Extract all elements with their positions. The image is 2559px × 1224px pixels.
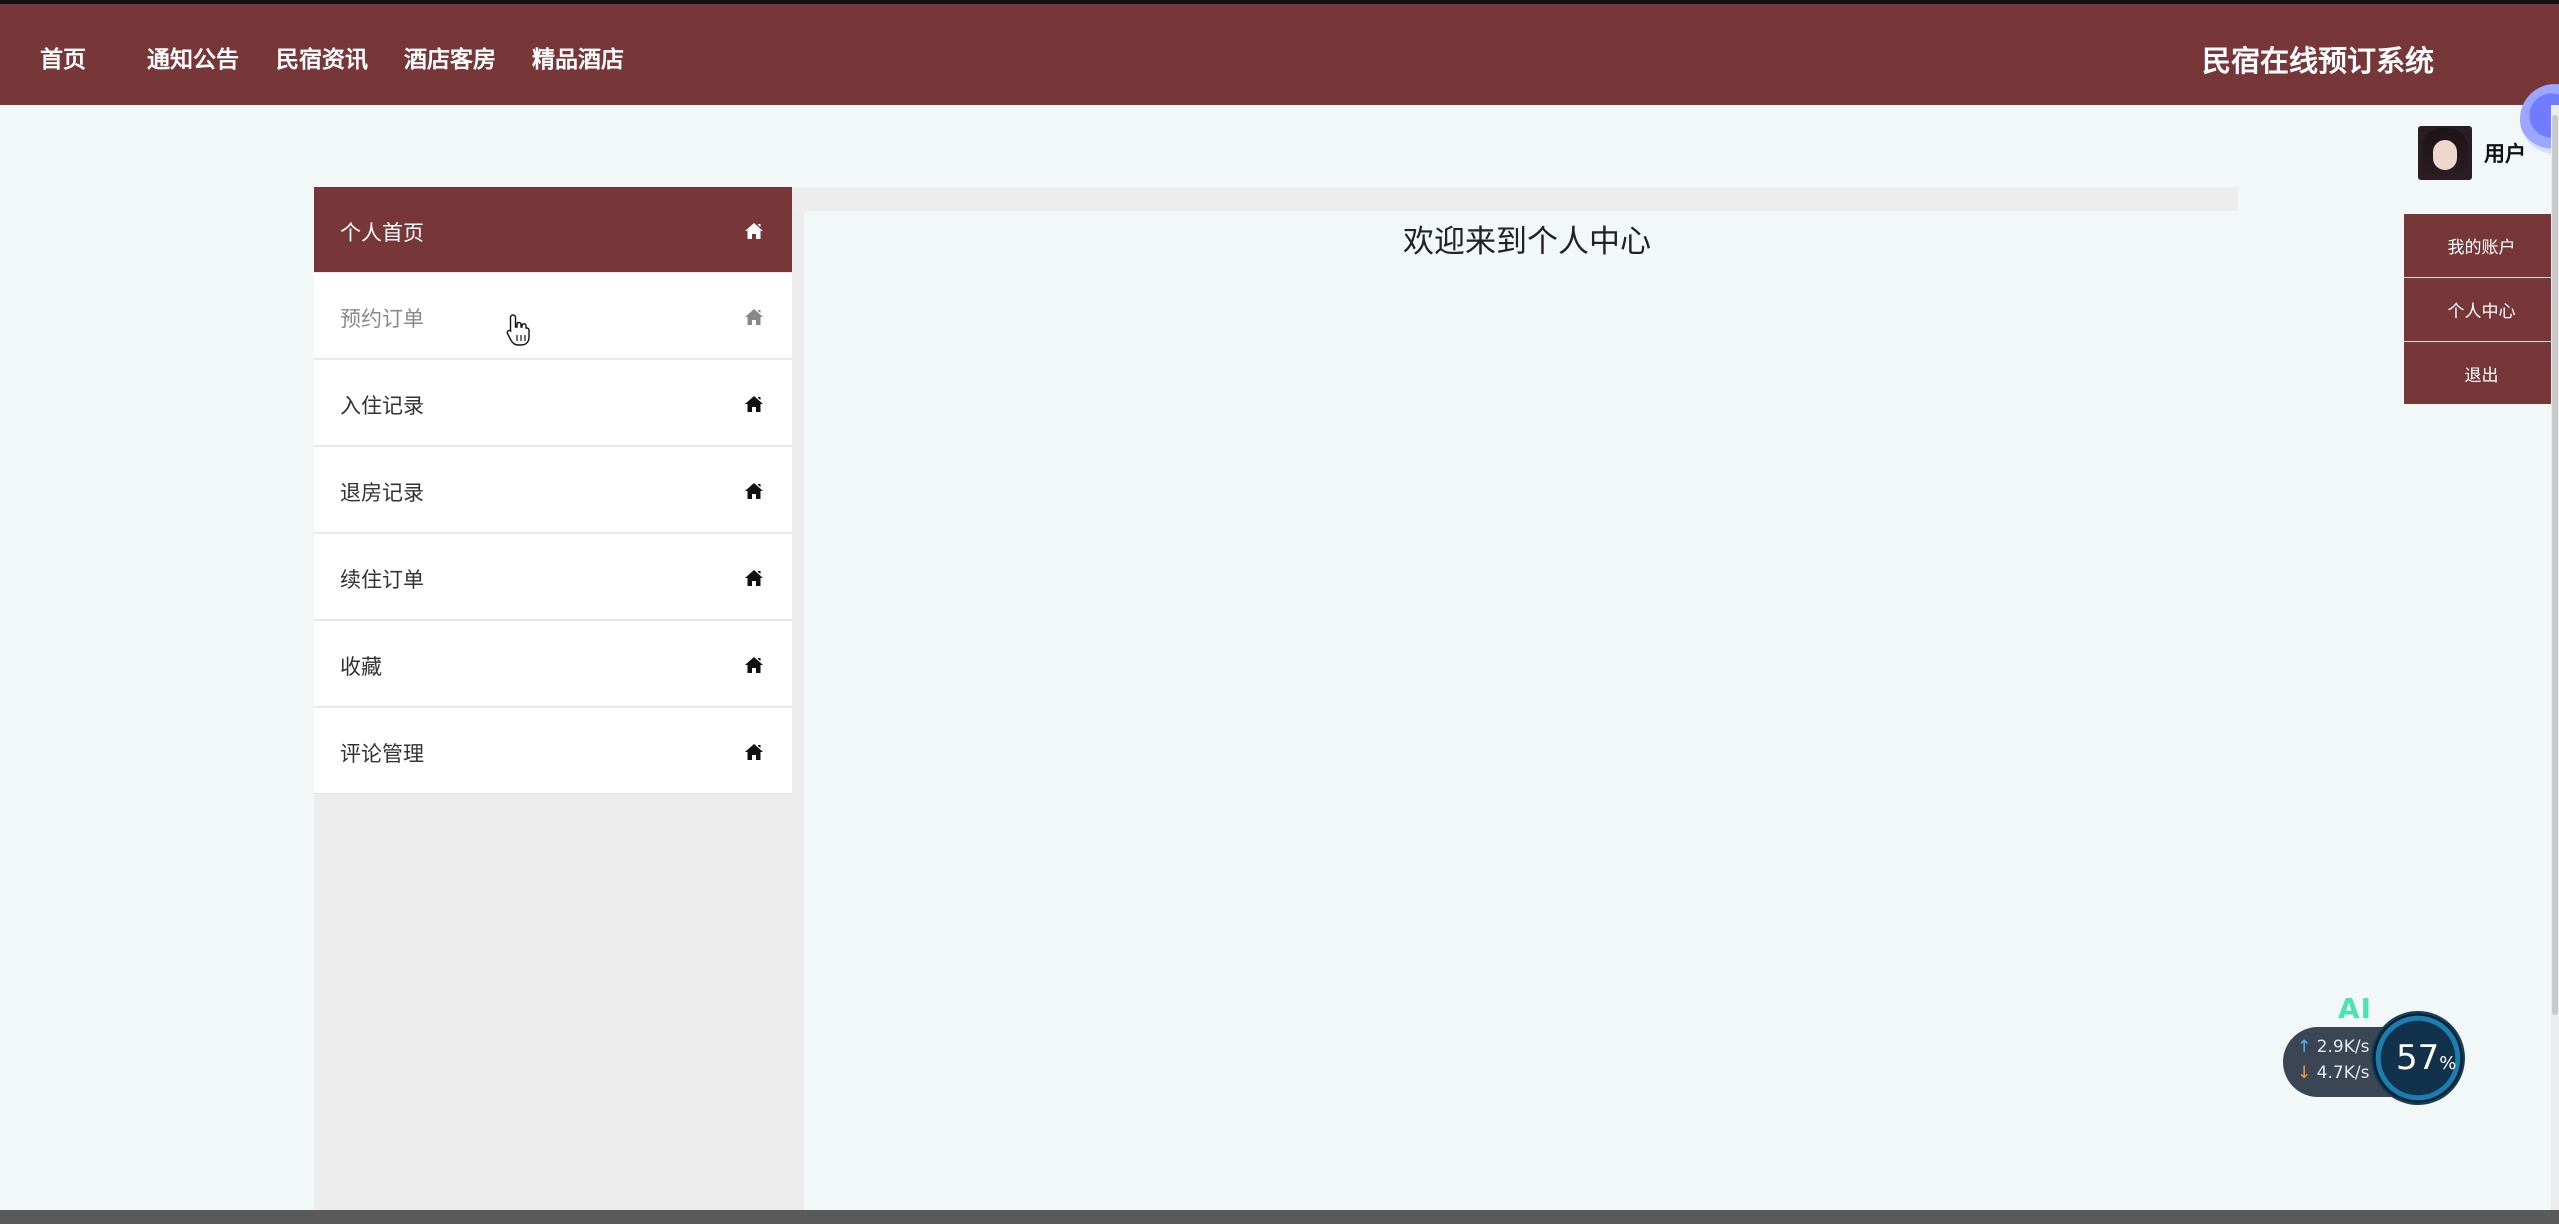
- nav-boutique-hotels[interactable]: 精品酒店: [532, 40, 624, 74]
- menu-my-account[interactable]: 我的账户: [2404, 214, 2559, 278]
- sidebar-item-label: 个人首页: [340, 221, 424, 245]
- nav-notices[interactable]: 通知公告: [147, 40, 239, 74]
- user-dropdown-menu: 我的账户 个人中心 退出: [2404, 214, 2559, 404]
- menu-personal-center[interactable]: 个人中心: [2404, 278, 2559, 342]
- scrollbar-thumb[interactable]: [2552, 115, 2558, 1015]
- home-icon: [745, 483, 763, 499]
- sidebar-item-extension-orders[interactable]: 续住订单: [314, 534, 792, 620]
- sidebar-item-label: 预约订单: [340, 307, 424, 331]
- hand-cursor-icon: [506, 314, 530, 346]
- home-icon: [745, 396, 763, 412]
- home-icon: [745, 744, 763, 760]
- home-icon: [745, 309, 763, 325]
- main-content: [804, 211, 2238, 1210]
- nav-homestay-news[interactable]: 民宿资讯: [276, 40, 368, 74]
- home-icon: [745, 657, 763, 673]
- welcome-title: 欢迎来到个人中心: [1403, 224, 1651, 260]
- sidebar-item-label: 评论管理: [340, 742, 424, 766]
- sidebar-item-favorites[interactable]: 收藏: [314, 621, 792, 707]
- home-icon: [745, 570, 763, 586]
- nav-home[interactable]: 首页: [40, 40, 86, 74]
- sidebar: 个人首页 预约订单 入住记录 退房记录 续住订单 收藏 评论管理: [314, 187, 792, 1210]
- sidebar-item-checkin-records[interactable]: 入住记录: [314, 360, 792, 446]
- download-arrow-icon: ↓: [2297, 1063, 2312, 1083]
- net-widget-ai-label: AI: [2338, 992, 2373, 1025]
- nav-hotel-rooms[interactable]: 酒店客房: [404, 40, 496, 74]
- sidebar-item-checkout-records[interactable]: 退房记录: [314, 447, 792, 533]
- cpu-usage-percent: 57%: [2396, 1038, 2457, 1078]
- page-scrollbar[interactable]: [2551, 105, 2559, 1219]
- top-navbar: 首页 通知公告 民宿资讯 酒店客房 精品酒店 民宿在线预订系统: [0, 4, 2559, 105]
- sidebar-item-label: 退房记录: [340, 481, 424, 505]
- content-top-strip: [792, 187, 2238, 211]
- user-name[interactable]: 用户: [2484, 138, 2526, 168]
- home-icon: [745, 223, 763, 239]
- download-speed: ↓ 4.7K/s: [2297, 1063, 2370, 1083]
- upload-arrow-icon: ↑: [2297, 1037, 2312, 1057]
- site-title: 民宿在线预订系统: [2202, 44, 2435, 78]
- sidebar-item-label: 收藏: [340, 655, 382, 679]
- upload-speed: ↑ 2.9K/s: [2297, 1037, 2370, 1057]
- sidebar-item-home[interactable]: 个人首页: [314, 187, 792, 273]
- sidebar-item-bookings[interactable]: 预约订单: [314, 273, 792, 359]
- avatar[interactable]: [2418, 126, 2472, 180]
- sidebar-item-label: 续住订单: [340, 568, 424, 592]
- sidebar-item-comments[interactable]: 评论管理: [314, 708, 792, 794]
- menu-logout[interactable]: 退出: [2404, 342, 2559, 404]
- content-gutter: [792, 211, 804, 1210]
- sidebar-item-label: 入住记录: [340, 394, 424, 418]
- bottom-taskbar-edge: [0, 1210, 2559, 1224]
